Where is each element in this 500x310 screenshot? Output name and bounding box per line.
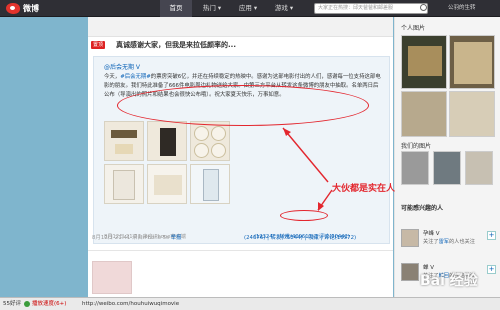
photo-content — [203, 169, 219, 201]
post-source: 来自iPhone 5s — [132, 235, 169, 241]
avatar[interactable] — [401, 229, 419, 247]
avatar[interactable] — [401, 263, 419, 281]
photo-content — [211, 126, 226, 141]
suggested-user: 孕峰 V 关注了雷军的人也关注 + — [401, 229, 497, 251]
suggested-user-reason: 关注了雷军的人也关注 — [423, 238, 475, 245]
photo-content — [111, 130, 137, 138]
photo-content — [160, 128, 176, 156]
related-image[interactable] — [401, 151, 429, 185]
annotation-text: 大伙都是实在人 — [332, 184, 396, 194]
suggested-user-name[interactable]: 孕峰 V — [423, 229, 440, 237]
quoted-body-part: 今天， — [104, 74, 121, 80]
annotation-circle — [280, 210, 328, 221]
poster-image[interactable] — [401, 35, 447, 89]
post-actions[interactable]: (24076) | 转发(75544) | 收藏 | 评论(19572) — [244, 233, 356, 241]
nav-games[interactable]: 游戏 ▾ — [268, 0, 300, 17]
main-feed: 置顶 真诚感谢大家，但我是来拉低颜率的... @后会无期 V 今天，#后会无期#… — [88, 17, 393, 297]
photo-content — [115, 144, 133, 154]
sidebar-photos-title: 个人图片 — [401, 25, 426, 32]
sidebar-related-title: 我们的图片 — [401, 143, 432, 150]
right-sidebar: 个人图片 我们的图片 可能感兴趣的人 孕峰 V 关注了雷军的人也关注 + 蝉 V… — [394, 17, 500, 297]
post-meta: 8月12日 21:41 来自iPhone 5s 举报 — [92, 233, 182, 241]
logo-text: 微博 — [23, 4, 39, 13]
watermark-logo: Bai 经验 — [420, 273, 478, 289]
poster-image[interactable] — [449, 91, 495, 137]
sidebar-suggest-title: 可能感兴趣的人 — [401, 205, 444, 212]
follow-button[interactable]: + — [487, 231, 496, 240]
photo-content — [211, 143, 226, 158]
poster-image[interactable] — [401, 91, 447, 137]
status-dot-icon — [24, 300, 30, 307]
top-navigation-bar: 微博 首页 热门 ▾ 应用 ▾ 游戏 ▾ 大家正在热搜：邱天爸爸和邮差服 公羽的… — [0, 0, 500, 17]
user-name[interactable]: 公羽的生转 — [448, 0, 476, 17]
photo-thumbnail[interactable] — [104, 121, 144, 161]
status-url: http://weibo.com/houhuiwuqimovie — [82, 301, 180, 307]
nav-home[interactable]: 首页 — [160, 0, 192, 17]
reason-link[interactable]: 雷军 — [439, 239, 449, 245]
status-speed[interactable]: 播放速度(6+) — [24, 298, 66, 310]
photo-thumbnail[interactable] — [147, 164, 187, 204]
post-text: 真诚感谢大家，但我是来拉低颜率的... — [116, 41, 236, 49]
reason-prefix: 关注了 — [423, 239, 439, 245]
next-feed-item — [88, 250, 393, 297]
nav-hot[interactable]: 热门 ▾ — [196, 0, 228, 17]
photo-content — [194, 143, 209, 158]
reason-suffix: 的人也关注 — [448, 239, 475, 245]
photo-content — [113, 170, 135, 200]
weibo-eye-icon — [6, 3, 20, 14]
poster-content — [454, 42, 492, 84]
photo-content — [194, 126, 209, 141]
photo-thumbnail[interactable] — [190, 121, 230, 161]
related-image[interactable] — [433, 151, 461, 185]
related-image[interactable] — [465, 151, 493, 185]
post-time[interactable]: 8月12日 21:41 — [92, 235, 130, 241]
poster-image[interactable] — [449, 35, 495, 89]
photo-content — [154, 175, 182, 195]
search-input[interactable]: 大家正在热搜：邱天爸爸和邮差服 — [314, 3, 428, 14]
poster-content — [408, 46, 442, 76]
hashtag-link[interactable]: #后会无期# — [120, 74, 151, 80]
photo-thumbnail[interactable] — [92, 261, 132, 294]
search-icon[interactable] — [420, 4, 427, 11]
quoted-author[interactable]: @后会无期 V — [104, 62, 140, 71]
photo-thumbnail[interactable] — [104, 164, 144, 204]
report-link[interactable]: 举报 — [171, 235, 182, 241]
photo-thumbnail[interactable] — [147, 121, 187, 161]
pinned-badge: 置顶 — [91, 41, 106, 49]
status-left: 55好评 — [3, 301, 21, 307]
feed-header — [88, 17, 393, 37]
photo-thumbnail[interactable] — [190, 164, 230, 204]
status-speed-label: 播放速度(6+) — [32, 301, 67, 307]
weibo-logo[interactable]: 微博 — [6, 2, 76, 15]
nav-apps[interactable]: 应用 ▾ — [232, 0, 264, 17]
annotation-ellipse — [117, 85, 369, 126]
